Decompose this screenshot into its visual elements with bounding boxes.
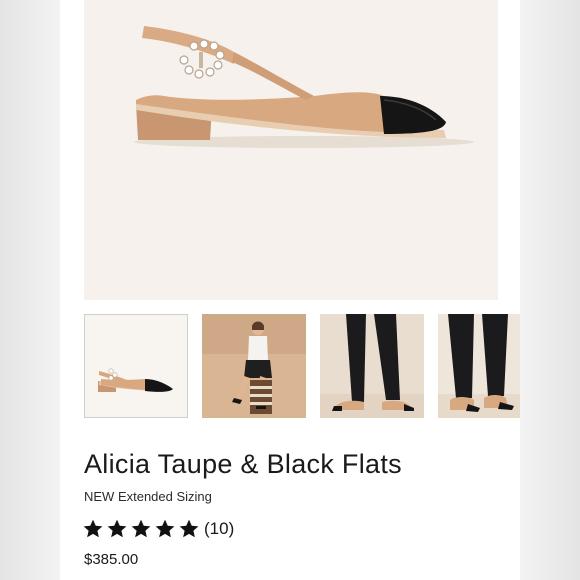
shoe-illustration <box>134 26 474 148</box>
star-icon <box>155 519 175 538</box>
thumbnail-strip <box>84 314 520 418</box>
star-icon <box>107 519 127 538</box>
star-icon <box>179 519 199 538</box>
product-price: $385.00 <box>84 551 139 568</box>
star-icon <box>131 519 151 538</box>
left-margin <box>0 0 60 580</box>
right-margin <box>520 0 580 580</box>
star-icon <box>83 519 103 538</box>
hero-product-image[interactable] <box>84 0 498 300</box>
thumbnail-model-seated[interactable] <box>202 314 306 418</box>
thumbnail-model-legs-side[interactable] <box>320 314 424 418</box>
rating-summary[interactable]: (10) <box>82 516 234 542</box>
product-page: Alicia Taupe & Black Flats NEW Extended … <box>60 0 520 580</box>
thumbnail-model-legs-front[interactable] <box>438 314 520 418</box>
review-count[interactable]: (10) <box>204 519 234 539</box>
product-subtitle: NEW Extended Sizing <box>84 489 212 504</box>
product-title: Alicia Taupe & Black Flats <box>84 449 402 479</box>
thumbnail-shoe-product[interactable] <box>84 314 188 418</box>
